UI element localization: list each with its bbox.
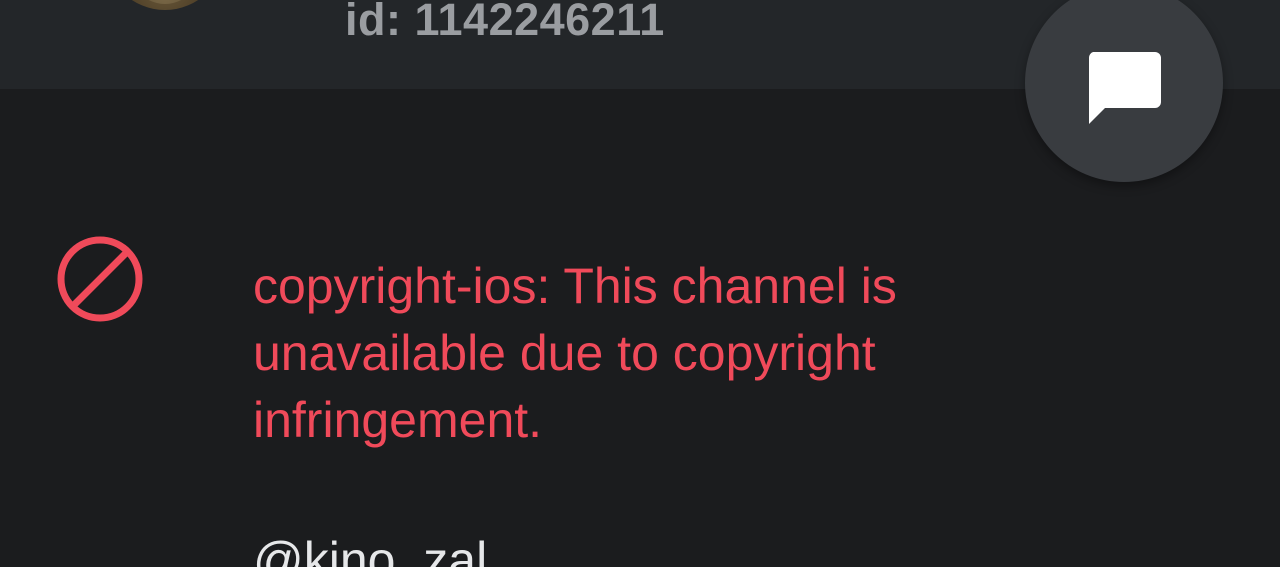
notice-line: infringement. xyxy=(253,392,543,448)
channel-info-screen: id: 1142246211 copyright-ios: This chann… xyxy=(0,0,1280,567)
channel-id-label: id: 1142246211 xyxy=(345,0,665,45)
channel-handle-link[interactable]: @kino_zal xyxy=(253,527,487,567)
channel-avatar[interactable] xyxy=(105,0,225,10)
copyright-notice: copyright-ios: This channel is unavailab… xyxy=(253,253,1153,454)
chat-bubble-icon xyxy=(1088,52,1161,124)
send-message-button[interactable] xyxy=(1025,0,1223,182)
avatar-image xyxy=(121,0,209,4)
notice-line: unavailable due to copyright xyxy=(253,325,876,381)
block-icon xyxy=(57,236,143,322)
notice-line: copyright-ios: This channel is xyxy=(253,258,897,314)
